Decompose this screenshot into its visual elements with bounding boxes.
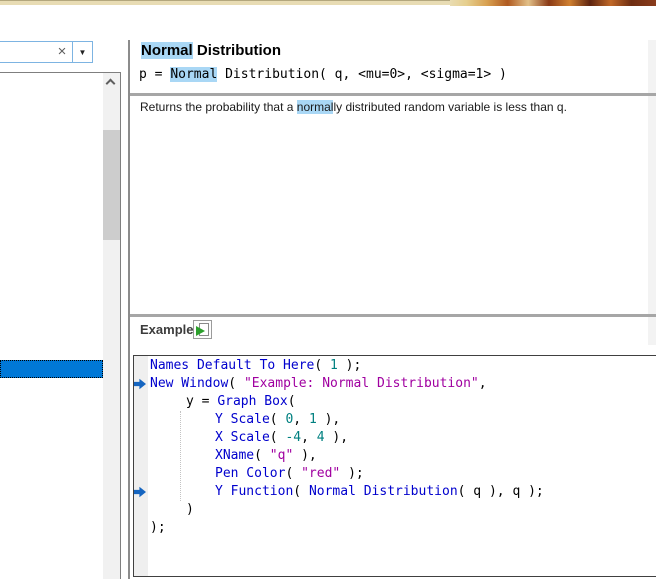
search-input[interactable] [0,42,52,62]
code-line[interactable]: XName( "q" ), [148,447,656,465]
signature-highlight: Normal [170,67,218,82]
function-signature: p = Normal Distribution( q, <mu=0>, <sig… [139,67,507,82]
code-text: XName( "q" ), [215,448,317,463]
scripting-index-window: { "colors": { "highlight": "#a9d7f5", "s… [0,0,656,579]
code-text: Y Function( Normal Distribution( q ), q … [215,484,544,499]
list-scrollbar[interactable] [103,73,120,579]
description-pre: Returns the probability that a [140,100,297,114]
selected-list-item[interactable] [0,360,103,378]
page-title: Normal Distribution [141,42,281,59]
signature-post: Distribution( q, <mu=0>, <sigma=1> ) [217,67,507,82]
code-text: ) [186,502,194,517]
code-line[interactable]: y = Graph Box( [148,393,656,411]
run-script-button[interactable] [193,320,212,339]
scrollbar-thumb[interactable] [103,130,120,240]
code-line[interactable]: ); [148,519,656,537]
title-highlight: Normal [141,42,193,59]
description-post: ly distributed random variable is less t… [333,100,567,114]
search-combobox[interactable]: × ▼ [0,41,93,63]
code-editor[interactable]: Names Default To Here( 1 ); New Window( "… [133,355,656,577]
code-lines[interactable]: Names Default To Here( 1 ); New Window( "… [134,357,656,537]
example-label: Example [140,322,194,337]
code-text: ); [150,520,166,535]
signature-pre: p = [139,67,171,82]
header-divider [130,93,656,96]
code-line[interactable]: Y Function( Normal Distribution( q ), q … [134,483,656,501]
code-text: New Window( "Example: Normal Distributio… [150,376,487,391]
code-text: Names Default To Here( 1 ); [150,358,362,373]
panel-splitter[interactable] [128,40,130,579]
description-text: Returns the probability that a normally … [140,100,567,114]
search-dropdown-button[interactable]: ▼ [72,42,92,62]
chevron-up-icon [105,78,116,89]
code-gutter[interactable] [134,356,148,576]
code-line[interactable]: ) [148,501,656,519]
clear-search-icon[interactable]: × [52,42,72,62]
code-text: y = Graph Box( [186,394,296,409]
results-list[interactable] [0,72,121,579]
code-line[interactable]: X Scale( -4, 4 ), [148,429,656,447]
title-post: Distribution [192,42,282,59]
desktop-wallpaper-photo [450,0,656,6]
doc-scrollbar-track[interactable] [648,40,656,345]
code-text: Y Scale( 0, 1 ), [215,412,341,427]
code-line[interactable]: New Window( "Example: Normal Distributio… [134,375,656,393]
run-play-icon [196,326,205,336]
code-line[interactable]: Pen Color( "red" ); [148,465,656,483]
code-line[interactable]: Names Default To Here( 1 ); [148,357,656,375]
scroll-up-button[interactable] [103,73,120,90]
description-highlight: normal [296,100,334,114]
code-text: Pen Color( "red" ); [215,466,364,481]
example-divider [130,314,656,317]
code-line[interactable]: Y Scale( 0, 1 ), [148,411,656,429]
code-text: X Scale( -4, 4 ), [215,430,349,445]
